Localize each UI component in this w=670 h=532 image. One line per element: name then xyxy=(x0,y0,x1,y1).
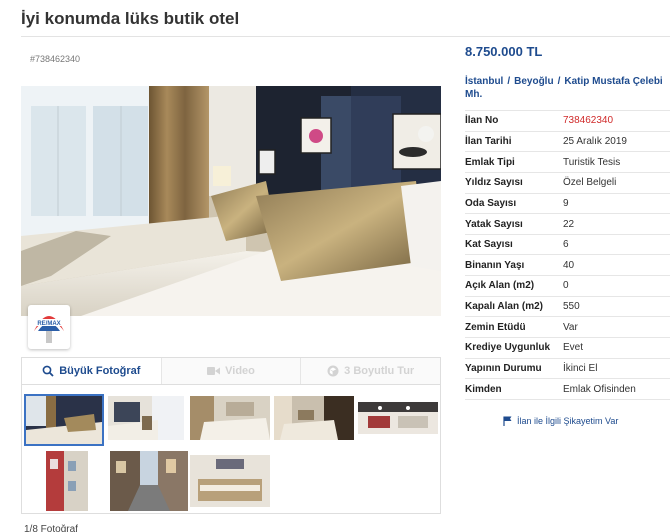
gallery-tabs: Büyük Fotoğraf Video 3 Boyutlu Tur xyxy=(21,357,441,384)
detail-row: Yıldız Sayısı Özel Belgeli xyxy=(465,173,670,194)
tab-video-label: Video xyxy=(225,365,255,377)
video-icon xyxy=(207,367,221,375)
detail-row: Zemin Etüdü Var xyxy=(465,317,670,339)
search-icon xyxy=(42,365,54,377)
tab-large-photo[interactable]: Büyük Fotoğraf xyxy=(22,358,162,384)
thumbnail[interactable] xyxy=(46,451,88,511)
thumbnail[interactable] xyxy=(24,394,104,446)
agency-logo-text: RE/MAX xyxy=(37,321,60,327)
detail-value: 6 xyxy=(563,239,569,251)
complaint-link-label: İlan ile İlgili Şikayetim Var xyxy=(517,416,619,426)
detail-key: İlan No xyxy=(465,115,499,127)
detail-key: Emlak Tipi xyxy=(465,156,515,168)
detail-row: Binanın Yaşı 40 xyxy=(465,255,670,277)
detail-value: Evet xyxy=(563,342,584,354)
breadcrumb-separator: / xyxy=(507,76,511,87)
detail-row: Oda Sayısı 9 xyxy=(465,194,670,215)
thumbnail[interactable] xyxy=(358,402,438,434)
detail-key: Yapının Durumu xyxy=(465,363,542,374)
tab-3d-tour[interactable]: 3 Boyutlu Tur xyxy=(301,358,440,384)
detail-key: Kapalı Alan (m2) xyxy=(465,301,543,313)
price: 8.750.000 TL xyxy=(465,44,543,59)
detail-row: Kat Sayısı 6 xyxy=(465,235,670,256)
detail-row: Kimden Emlak Ofisinden xyxy=(465,379,670,400)
flag-icon xyxy=(503,416,512,426)
detail-key: İlan Tarihi xyxy=(465,135,512,147)
detail-key: Binanın Yaşı xyxy=(465,259,525,271)
detail-value: Turistik Tesis xyxy=(563,156,621,168)
thumbnail[interactable] xyxy=(274,396,354,440)
detail-row: Açık Alan (m2) 0 xyxy=(465,276,670,297)
tab-large-photo-label: Büyük Fotoğraf xyxy=(59,365,141,377)
thumbnail[interactable] xyxy=(190,396,270,440)
detail-value: Özel Belgeli xyxy=(563,177,617,189)
detail-key: Zemin Etüdü xyxy=(465,321,526,333)
detail-row: İlan No 738462340 xyxy=(465,111,670,132)
detail-value: Var xyxy=(563,321,578,333)
detail-key: Açık Alan (m2) xyxy=(465,280,535,292)
detail-value: 738462340 xyxy=(563,115,614,127)
detail-value: 22 xyxy=(563,218,575,230)
breadcrumb-district[interactable]: Beyoğlu xyxy=(514,76,553,87)
thumbnail[interactable] xyxy=(110,451,188,511)
thumbnail[interactable] xyxy=(108,396,184,440)
agency-logo: RE/MAX xyxy=(28,305,70,349)
detail-key: Yıldız Sayısı xyxy=(465,177,523,189)
detail-row: Emlak Tipi Turistik Tesis xyxy=(465,152,670,173)
detail-value: 40 xyxy=(563,259,575,271)
breadcrumb-city[interactable]: İstanbul xyxy=(465,76,503,87)
photo-counter: 1/8 Fotoğraf xyxy=(24,524,78,532)
detail-row: Yapının Durumu İkinci El xyxy=(465,359,670,380)
detail-value: 550 xyxy=(563,301,580,313)
tab-3d-tour-label: 3 Boyutlu Tur xyxy=(344,365,415,377)
ad-id-label: #738462340 xyxy=(30,54,81,64)
thumbnail-strip xyxy=(21,384,441,514)
page-title: İyi konumda lüks butik otel xyxy=(21,9,240,28)
details-table: İlan No 738462340 İlan Tarihi 25 Aralık 20… xyxy=(465,110,670,400)
breadcrumb-separator: / xyxy=(557,76,561,87)
detail-key: Kimden xyxy=(465,383,502,395)
detail-row: Kapalı Alan (m2) 550 xyxy=(465,297,670,318)
detail-key: Kat Sayısı xyxy=(465,239,513,251)
tab-video[interactable]: Video xyxy=(162,358,302,384)
detail-key: Oda Sayısı xyxy=(465,197,517,209)
detail-row: Krediye Uygunluk Evet xyxy=(465,338,670,359)
main-photo[interactable] xyxy=(21,86,441,316)
breadcrumb: İstanbul / Beyoğlu / Katip Mustafa Çelebi Mh… xyxy=(465,75,665,101)
cube-icon xyxy=(327,365,339,377)
detail-row: İlan Tarihi 25 Aralık 2019 xyxy=(465,132,670,153)
detail-value: 0 xyxy=(563,280,569,292)
detail-row: Yatak Sayısı 22 xyxy=(465,214,670,235)
detail-value: Emlak Ofisinden xyxy=(563,383,636,395)
detail-value: 9 xyxy=(563,197,569,209)
detail-value: 25 Aralık 2019 xyxy=(563,135,627,147)
detail-key: Krediye Uygunluk xyxy=(465,342,551,354)
detail-key: Yatak Sayısı xyxy=(465,218,523,230)
title-divider xyxy=(21,36,670,37)
complaint-link[interactable]: İlan ile İlgili Şikayetim Var xyxy=(503,416,618,426)
detail-value: İkinci El xyxy=(563,363,598,374)
thumbnail[interactable] xyxy=(190,455,270,507)
